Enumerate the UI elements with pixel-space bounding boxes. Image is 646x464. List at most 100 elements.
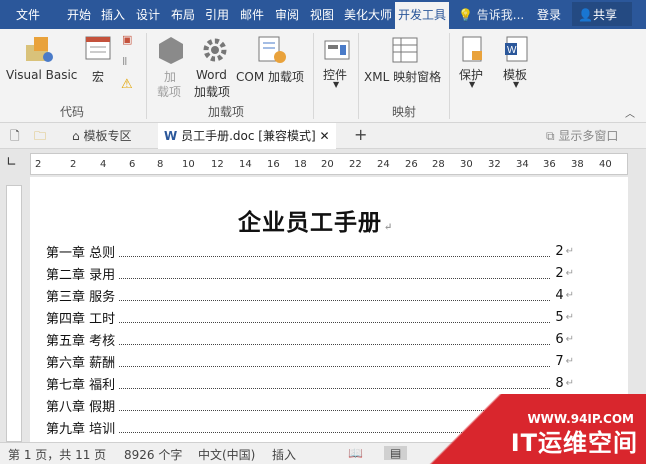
toc-leader <box>119 355 550 367</box>
tab-developer[interactable]: 开发工具 <box>395 2 450 29</box>
share-button[interactable]: 👤共享 <box>572 2 632 26</box>
new-tab-icon[interactable]: + <box>348 121 373 147</box>
toc-leader <box>119 311 550 323</box>
vertical-ruler[interactable] <box>0 177 28 442</box>
record-macro-icon[interactable]: ▣ <box>122 33 132 46</box>
paragraph-mark: ↵ <box>565 333 574 345</box>
toc-entry[interactable]: 第四章 工时 5 ↵ <box>46 307 574 327</box>
ruler-tick: 28 <box>432 159 445 170</box>
visual-basic-icon <box>26 37 53 62</box>
tab-file[interactable]: 文件 <box>16 6 40 23</box>
addin-hexagon-icon <box>159 37 183 64</box>
paragraph-mark: ↵ <box>565 311 574 323</box>
toc-chapter: 第一章 总则 <box>46 245 116 261</box>
document-title: 企业员工手册 ↵ <box>238 203 393 237</box>
tab-design[interactable]: 设计 <box>136 6 160 23</box>
toc-chapter: 第四章 工时 <box>46 311 116 327</box>
pause-icon[interactable]: Ⅱ <box>122 55 127 68</box>
ruler-tick: 32 <box>488 159 501 170</box>
ruler-tick: 34 <box>516 159 529 170</box>
toc-entry[interactable]: 第六章 薪酬 7 ↵ <box>46 351 574 371</box>
horizontal-ruler[interactable]: ∟ 2 2 4 6 8 10 12 14 16 18 20 22 24 26 2… <box>0 149 646 177</box>
read-mode-icon[interactable]: 📖 <box>348 446 363 460</box>
toc-leader <box>119 289 550 301</box>
show-multi-window[interactable]: ⧉ 显示多窗口 <box>540 123 624 149</box>
visual-basic-button[interactable]: Visual Basic <box>6 68 77 82</box>
chevron-down-icon: ▼ <box>513 80 520 89</box>
page-count[interactable]: 第 1 页，共 11 页 <box>8 446 106 463</box>
toc-entry[interactable]: 第七章 福利 8 ↵ <box>46 373 574 393</box>
toc-entry[interactable]: 第三章 服务 4 ↵ <box>46 285 574 305</box>
ruler-tick: 40 <box>599 159 612 170</box>
toc-page: 5 <box>555 309 564 325</box>
toc-page: 2 <box>555 243 564 259</box>
protect-icon <box>462 36 482 62</box>
svg-text:W: W <box>507 45 517 56</box>
paragraph-mark: ↵ <box>565 355 574 367</box>
chevron-down-icon: ▼ <box>469 80 476 89</box>
tab-templates[interactable]: ⌂ 模板专区 <box>66 123 137 149</box>
ribbon-tab-bar: 文件 开始 插入 设计 布局 引用 邮件 审阅 视图 美化大师 开发工具 💡 告… <box>0 0 646 29</box>
toc-entry[interactable]: 第二章 录用 2 ↵ <box>46 263 574 283</box>
toc-chapter: 第三章 服务 <box>46 289 116 305</box>
toc-page: 4 <box>555 287 564 303</box>
xml-mapping-pane-button[interactable]: XML 映射窗格 <box>364 68 441 85</box>
toc-chapter: 第五章 考核 <box>46 333 116 349</box>
com-addins-button[interactable]: COM 加载项 <box>236 68 304 85</box>
toc-entry[interactable]: 第五章 考核 6 ↵ <box>46 329 574 349</box>
document-tab-bar: 🗋 🗀 ⌂ 模板专区 W 员工手册.doc [兼容模式] ✕ + ⧉ 显示多窗口 <box>0 123 646 149</box>
warning-icon[interactable]: ⚠ <box>121 77 133 92</box>
word-addins-button[interactable]: Word <box>196 68 227 82</box>
person-icon: 👤 <box>578 8 593 22</box>
doc-icon[interactable]: 🗋 <box>4 123 26 149</box>
tab-mailings[interactable]: 邮件 <box>240 6 264 23</box>
separator <box>146 33 147 119</box>
tab-home[interactable]: 开始 <box>67 6 91 23</box>
ruler-tick: 6 <box>129 159 136 170</box>
tab-beautify[interactable]: 美化大师 <box>344 6 392 23</box>
xml-mapping-icon <box>392 37 418 63</box>
toc-leader <box>119 267 550 279</box>
toc-leader <box>119 245 550 257</box>
language[interactable]: 中文(中国) <box>198 446 255 463</box>
vertical-ruler-scale <box>6 185 22 442</box>
tab-view[interactable]: 视图 <box>310 6 334 23</box>
insert-mode[interactable]: 插入 <box>272 446 296 463</box>
ruler-tick: 12 <box>211 159 224 170</box>
tab-review[interactable]: 审阅 <box>275 6 299 23</box>
tell-me-search[interactable]: 💡 告诉我... <box>458 6 524 23</box>
login-link[interactable]: 登录 <box>537 6 561 23</box>
ruler-tick: 20 <box>321 159 334 170</box>
ruler-tick: 22 <box>349 159 362 170</box>
window-icon: ⧉ <box>546 129 555 143</box>
folder-icon[interactable]: 🗀 <box>28 123 52 149</box>
toc-chapter: 第二章 录用 <box>46 267 116 283</box>
ruler-tick: 14 <box>239 159 252 170</box>
collapse-ribbon-icon[interactable]: ︿ <box>625 105 635 120</box>
ruler-tick: 36 <box>543 159 556 170</box>
separator <box>313 33 314 119</box>
watermark-text: IT运维空间 <box>510 429 638 457</box>
tab-document[interactable]: W 员工手册.doc [兼容模式] ✕ <box>158 123 336 149</box>
macro-button[interactable]: 宏 <box>92 68 104 85</box>
home-icon: ⌂ <box>72 129 80 143</box>
tab-references[interactable]: 引用 <box>205 6 229 23</box>
controls-icon <box>324 40 350 60</box>
tab-stop-selector-icon[interactable]: ∟ <box>6 155 17 170</box>
ruler-tick: 38 <box>571 159 584 170</box>
toc-entry[interactable]: 第一章 总则 2 ↵ <box>46 241 574 261</box>
separator <box>358 33 359 119</box>
print-layout-icon[interactable]: ▤ <box>384 446 408 460</box>
gear-icon <box>203 38 227 62</box>
macro-icon <box>85 36 111 60</box>
close-icon[interactable]: ✕ <box>319 129 329 143</box>
toc-leader <box>119 377 550 389</box>
tab-layout[interactable]: 布局 <box>171 6 195 23</box>
ribbon-developer: Visual Basic 宏 ▣ Ⅱ ⚠ 代码 加 载项 Word 加载项 CO… <box>0 29 646 123</box>
ruler-scale: 2 2 4 6 8 10 12 14 16 18 20 22 24 26 28 … <box>30 153 628 175</box>
group-label-mapping: 映射 <box>392 105 417 119</box>
paragraph-mark: ↵ <box>565 377 574 389</box>
word-count[interactable]: 8926 个字 <box>124 446 182 463</box>
tab-insert[interactable]: 插入 <box>101 6 125 23</box>
word-doc-icon: W <box>164 129 178 143</box>
